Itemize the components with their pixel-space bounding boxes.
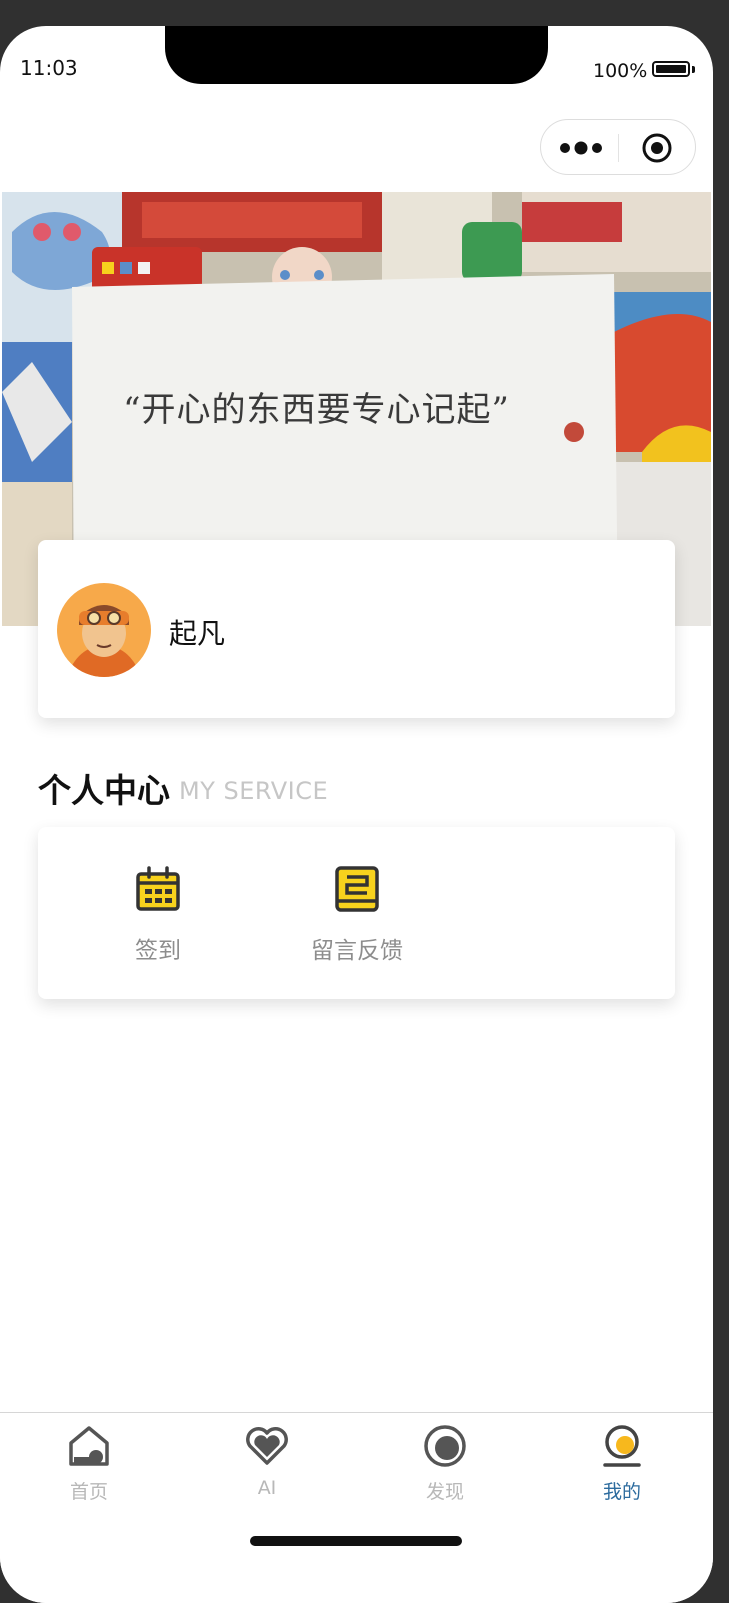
calendar-icon xyxy=(136,866,180,911)
profile-icon xyxy=(603,1425,641,1467)
section-subtitle: MY SERVICE xyxy=(179,777,329,805)
capsule-divider xyxy=(618,134,619,162)
heart-icon xyxy=(246,1427,288,1465)
tab-discover-label: 发现 xyxy=(425,1481,464,1503)
tab-ai-label: AI xyxy=(257,1477,277,1499)
phone-screen: 11:03 100% “开心的东西要专心记起” 起凡 个人中心 MY SERVI… xyxy=(0,26,713,1603)
service-checkin-label: 签到 xyxy=(135,938,181,964)
home-icon xyxy=(69,1426,109,1466)
tab-profile-label: 我的 xyxy=(602,1481,641,1503)
feedback-icon xyxy=(335,866,379,912)
discover-icon xyxy=(424,1425,466,1467)
tab-profile[interactable]: 我的 xyxy=(562,1423,682,1504)
service-checkin[interactable]: 签到 xyxy=(118,865,198,965)
service-feedback[interactable]: 留言反馈 xyxy=(300,865,414,965)
bottom-tab-bar: 首页 AI 发现 我的 xyxy=(0,1412,713,1603)
battery-icon xyxy=(652,61,690,77)
profile-card[interactable]: 起凡 xyxy=(38,540,675,718)
home-indicator xyxy=(250,1536,462,1546)
battery-tip xyxy=(692,66,695,73)
tab-ai[interactable]: AI xyxy=(207,1423,327,1499)
battery-percentage: 100% xyxy=(593,60,648,82)
camera-notch xyxy=(165,26,548,84)
service-card: 签到 留言反馈 xyxy=(38,827,675,999)
service-feedback-label: 留言反馈 xyxy=(311,938,403,964)
more-icon[interactable] xyxy=(559,138,603,158)
status-time: 11:03 xyxy=(20,56,78,80)
tab-home-label: 首页 xyxy=(69,1481,108,1503)
username: 起凡 xyxy=(169,617,226,650)
close-miniprogram-icon[interactable] xyxy=(641,132,673,164)
tab-home[interactable]: 首页 xyxy=(29,1423,149,1504)
avatar[interactable] xyxy=(57,583,151,677)
tab-discover[interactable]: 发现 xyxy=(385,1423,505,1504)
banner-quote: “开心的东西要专心记起” xyxy=(123,390,510,430)
mini-program-capsule xyxy=(540,119,696,175)
section-title: 个人中心 xyxy=(38,771,170,810)
